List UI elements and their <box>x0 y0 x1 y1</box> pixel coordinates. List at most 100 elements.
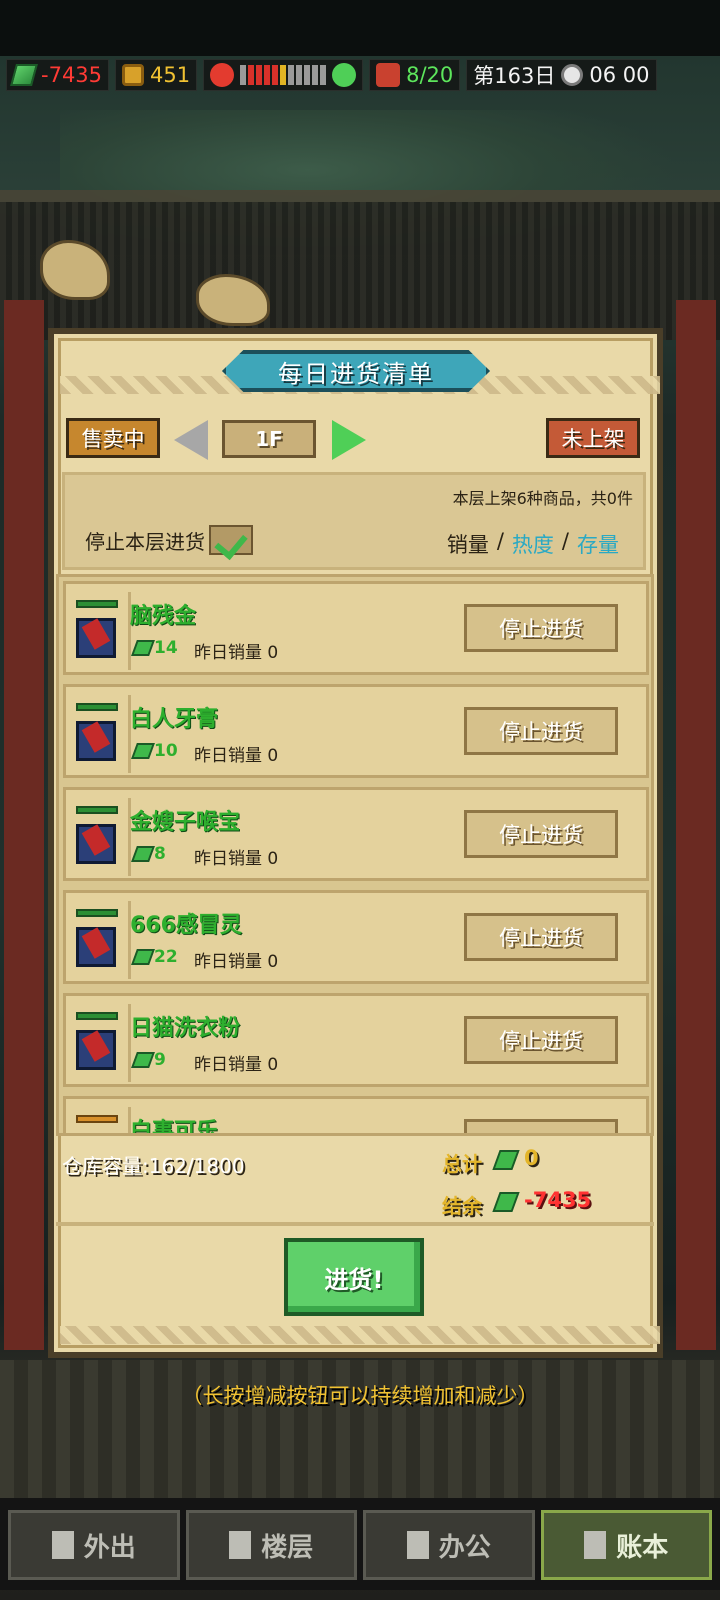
nav-exit[interactable]: 外出 <box>8 1510 180 1580</box>
staff-display: 8/20 <box>369 59 461 91</box>
stop-restock-button[interactable]: 停止进货 <box>464 913 618 961</box>
item-price: 8 <box>154 844 166 864</box>
item-name: 脑残金 <box>130 604 197 629</box>
item-sold-yesterday: 昨日销量 0 <box>194 1055 279 1075</box>
list-item: 日猫洗衣粉 9 昨日销量 0 停止进货 <box>63 993 649 1087</box>
mood-meter <box>203 59 364 91</box>
coin-value: 451 <box>150 63 191 87</box>
list-item: 白事可乐 停止进货 <box>63 1096 649 1136</box>
item-price: 22 <box>154 947 178 967</box>
coin-display: 451 <box>115 59 198 91</box>
stop-restock-button[interactable]: 停止进货 <box>464 810 618 858</box>
product-thumbnail <box>76 721 116 761</box>
stop-floor-label: 停止本层进货 <box>85 529 205 554</box>
product-thumbnail <box>76 618 116 658</box>
unlisted-button[interactable]: 未上架 <box>546 418 640 458</box>
money-icon <box>10 64 38 86</box>
mood-bar <box>240 65 327 85</box>
stop-restock-button[interactable]: 停止进货 <box>464 707 618 755</box>
money-icon <box>492 1150 520 1170</box>
level-bar <box>76 909 118 917</box>
total-label: 总计 <box>442 1152 482 1176</box>
level-bar <box>76 600 118 608</box>
coin-icon <box>122 64 145 86</box>
panel-title: 每日进货清单 <box>278 359 434 388</box>
status-bar: -7435 451 8/20 第163日 06 00 <box>0 56 720 94</box>
floor-info-box: 本层上架6种商品，共0件 停止本层进货 销量 / 热度 / 存量 <box>62 472 646 570</box>
stop-restock-button[interactable]: 停止进货 <box>464 1119 618 1133</box>
item-price: 9 <box>154 1050 166 1070</box>
checkmark-icon[interactable] <box>209 525 253 555</box>
stop-restock-button[interactable]: 停止进货 <box>464 1016 618 1064</box>
money-display: -7435 <box>6 59 110 91</box>
selling-button[interactable]: 售卖中 <box>66 418 160 458</box>
item-sold-yesterday: 昨日销量 0 <box>194 952 279 972</box>
angry-face-icon <box>210 63 235 87</box>
nav-floors[interactable]: 楼层 <box>185 1510 357 1580</box>
list-item: 金嫂子喉宝 8 昨日销量 0 停止进货 <box>63 787 649 881</box>
money-icon <box>131 949 155 965</box>
item-name: 白事可乐 <box>130 1119 219 1136</box>
time-label: 06 00 <box>589 63 650 87</box>
book-icon <box>406 1531 429 1559</box>
money-icon <box>131 640 155 656</box>
product-thumbnail <box>76 1030 116 1070</box>
ledger-icon <box>584 1531 607 1559</box>
level-bar <box>76 703 118 711</box>
floor-summary: 本层上架6种商品，共0件 <box>452 489 633 508</box>
item-name: 白人牙膏 <box>130 707 219 732</box>
level-bar <box>76 806 118 814</box>
panel-bottom-pattern <box>60 1326 660 1344</box>
money-icon <box>492 1192 520 1212</box>
list-item: 白人牙膏 10 昨日销量 0 停止进货 <box>63 684 649 778</box>
floor-indicator: 1F <box>222 420 316 458</box>
warehouse-capacity: 仓库容量:162/1800 <box>62 1154 245 1178</box>
stop-restock-button[interactable]: 停止进货 <box>464 604 618 652</box>
staff-value: 8/20 <box>406 63 454 87</box>
person-icon <box>376 63 401 87</box>
exit-icon <box>51 1531 74 1559</box>
happy-face-icon <box>332 63 357 87</box>
item-sold-yesterday: 昨日销量 0 <box>194 849 279 869</box>
next-floor-arrow-icon[interactable] <box>332 420 366 460</box>
money-value: -7435 <box>41 63 103 87</box>
prev-floor-arrow-icon[interactable] <box>174 420 208 460</box>
nav-office[interactable]: 办公 <box>363 1510 535 1580</box>
floors-icon <box>229 1531 252 1559</box>
product-thumbnail <box>76 927 116 967</box>
item-sold-yesterday: 昨日销量 0 <box>194 746 279 766</box>
sort-tabs: 销量 / 热度 / 存量 <box>446 529 619 559</box>
level-bar <box>76 1012 118 1020</box>
sort-sales[interactable]: 销量 <box>447 529 489 559</box>
list-item: 脑残金 14 昨日销量 0 停止进货 <box>63 581 649 675</box>
left-pillar <box>4 300 44 1350</box>
goods-list[interactable]: 脑残金 14 昨日销量 0 停止进货 白人牙膏 10 昨日销量 0 停止进货 金… <box>56 574 654 1136</box>
balance-value: -7435 <box>524 1188 592 1212</box>
sort-stock[interactable]: 存量 <box>577 529 619 559</box>
balance-label: 结余 <box>442 1194 482 1218</box>
bottom-nav: 外出 楼层 办公 账本 <box>0 1498 720 1590</box>
level-bar <box>76 1115 118 1123</box>
nav-ledger[interactable]: 账本 <box>540 1510 712 1580</box>
clock-icon <box>561 64 584 86</box>
item-sold-yesterday: 昨日销量 0 <box>194 643 279 663</box>
item-name: 日猫洗衣粉 <box>130 1016 241 1041</box>
item-price: 14 <box>154 638 178 658</box>
money-icon <box>131 743 155 759</box>
item-name: 666感冒灵 <box>130 913 242 938</box>
day-time-display: 第163日 06 00 <box>466 59 657 91</box>
item-name: 金嫂子喉宝 <box>130 810 241 835</box>
hint-text: （长按增减按钮可以持续增加和减少） <box>181 1384 539 1408</box>
money-icon <box>131 1052 155 1068</box>
stop-floor-restock-toggle[interactable]: 停止本层进货 <box>85 525 253 555</box>
total-value: 0 <box>524 1146 539 1170</box>
product-thumbnail <box>76 824 116 864</box>
day-label: 第163日 <box>473 64 556 88</box>
restock-button[interactable]: 进货! <box>284 1238 424 1316</box>
sort-heat[interactable]: 热度 <box>512 529 554 559</box>
money-icon <box>131 846 155 862</box>
restock-footer: 仓库容量:162/1800 总计 0 结余 -7435 <box>56 1136 656 1226</box>
panel-title-banner: 每日进货清单 <box>222 350 490 392</box>
right-pillar <box>676 300 716 1350</box>
item-price: 10 <box>154 741 178 761</box>
